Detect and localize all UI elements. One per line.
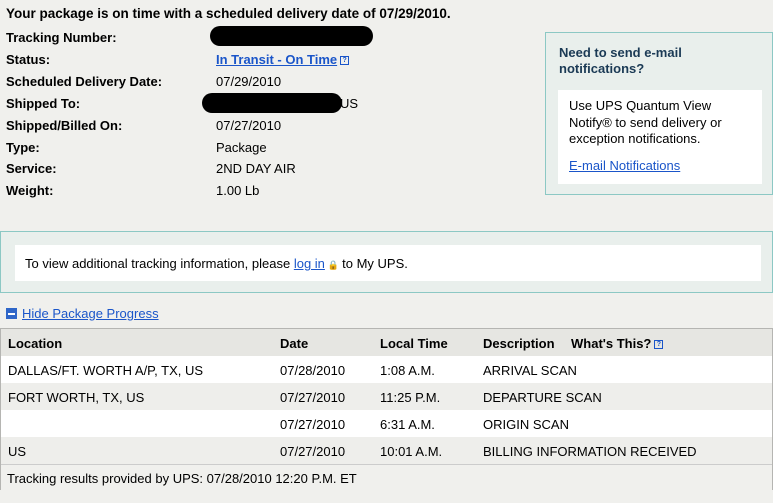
- detail-label: Weight:: [6, 183, 54, 198]
- row-time: 6:31 A.M.: [380, 417, 435, 432]
- collapse-icon[interactable]: [6, 308, 17, 319]
- row-location: DALLAS/FT. WORTH A/P, TX, US: [8, 363, 204, 378]
- lock-icon: 🔒: [327, 260, 340, 270]
- row-description: ORIGIN SCAN: [483, 417, 569, 432]
- login-text-before: To view additional tracking information,…: [25, 256, 291, 271]
- help-icon[interactable]: ?: [654, 340, 664, 350]
- header-location: Location: [8, 336, 63, 351]
- email-notification-panel: Need to send e-mail notifications? Use U…: [545, 32, 773, 195]
- detail-label: Type:: [6, 140, 40, 155]
- delivery-headline: Your package is on time with a scheduled…: [6, 6, 451, 21]
- notify-box: Use UPS Quantum View Notify® to send del…: [558, 90, 762, 184]
- header-date: Date: [280, 336, 309, 351]
- header-time: Local Time: [380, 336, 448, 351]
- detail-value: 07/27/2010: [216, 118, 282, 133]
- login-message: To view additional tracking information,…: [25, 256, 408, 271]
- detail-value: 2ND DAY AIR: [216, 161, 296, 176]
- detail-label: Tracking Number:: [6, 30, 117, 45]
- email-notifications-link[interactable]: E-mail Notifications: [569, 158, 680, 173]
- table-header: Location Date Local Time Description Wha…: [1, 329, 772, 356]
- row-date: 07/27/2010: [280, 390, 346, 405]
- header-description: Description: [483, 336, 555, 351]
- detail-label: Shipped To:: [6, 96, 81, 111]
- notify-title: Need to send e-mail notifications?: [559, 45, 682, 76]
- hide-progress-toggle[interactable]: Hide Package Progress: [6, 306, 159, 321]
- row-location: US: [8, 444, 27, 459]
- table-row: 07/27/2010 6:31 A.M. ORIGIN SCAN: [1, 410, 772, 437]
- detail-label: Shipped/Billed On:: [6, 118, 123, 133]
- row-date: 07/28/2010: [280, 363, 346, 378]
- row-date: 07/27/2010: [280, 444, 346, 459]
- whats-this-label[interactable]: What's This?: [571, 336, 651, 351]
- login-text-after: to My UPS.: [342, 256, 408, 271]
- detail-value: US: [340, 96, 359, 111]
- table-row: US 07/27/2010 10:01 A.M. BILLING INFORMA…: [1, 437, 772, 464]
- help-icon[interactable]: ?: [340, 56, 350, 66]
- hide-progress-link[interactable]: Hide Package Progress: [22, 306, 159, 321]
- table-row: DALLAS/FT. WORTH A/P, TX, US 07/28/2010 …: [1, 356, 772, 383]
- row-time: 1:08 A.M.: [380, 363, 435, 378]
- row-time: 11:25 P.M.: [380, 390, 441, 405]
- login-box: To view additional tracking information,…: [15, 245, 761, 281]
- login-panel: To view additional tracking information,…: [0, 231, 773, 293]
- row-location: FORT WORTH, TX, US: [8, 390, 145, 405]
- package-progress-table: Location Date Local Time Description Wha…: [0, 328, 773, 490]
- detail-value: 07/29/2010: [216, 74, 282, 89]
- detail-value: Package: [216, 140, 267, 155]
- log-in-link[interactable]: log in: [294, 256, 325, 271]
- detail-label: Scheduled Delivery Date:: [6, 74, 163, 89]
- whats-this-help[interactable]: What's This??: [571, 336, 664, 351]
- detail-value: 1.00 Lb: [216, 183, 260, 198]
- row-description: BILLING INFORMATION RECEIVED: [483, 444, 697, 459]
- row-date: 07/27/2010: [280, 417, 346, 432]
- row-description: DEPARTURE SCAN: [483, 390, 602, 405]
- redacted-tracking-number: [210, 26, 373, 46]
- row-description: ARRIVAL SCAN: [483, 363, 577, 378]
- row-time: 10:01 A.M.: [380, 444, 443, 459]
- notify-text: Use UPS Quantum View Notify® to send del…: [569, 98, 722, 146]
- detail-label: Status:: [6, 52, 51, 67]
- detail-label: Service:: [6, 161, 57, 176]
- tracking-footer-text: Tracking results provided by UPS: 07/28/…: [7, 471, 357, 486]
- tracking-footer: Tracking results provided by UPS: 07/28/…: [1, 464, 772, 490]
- status-link[interactable]: In Transit - On Time: [216, 52, 337, 67]
- redacted-address: [202, 93, 342, 113]
- table-row: FORT WORTH, TX, US 07/27/2010 11:25 P.M.…: [1, 383, 772, 410]
